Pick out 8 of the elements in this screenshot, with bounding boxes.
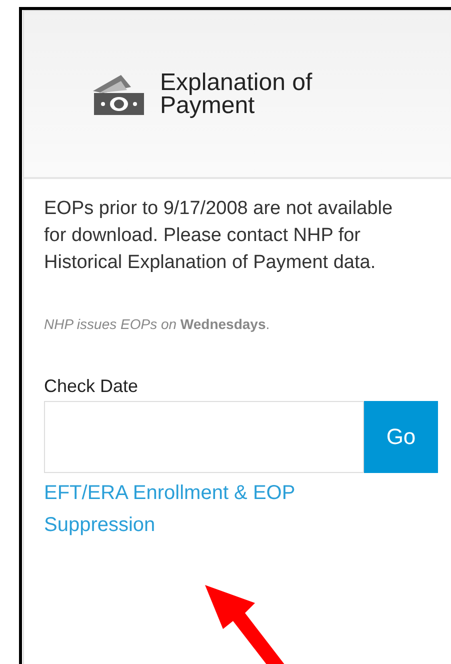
go-button[interactable]: Go <box>364 401 438 473</box>
schedule-note: NHP issues EOPs on Wednesdays. <box>44 316 271 332</box>
header-title: Explanation of Payment <box>160 71 314 117</box>
field-label: Check Date <box>44 376 140 397</box>
notice-text: EOPs prior to 9/17/2008 are not available for download. Please contact NHP for Historical Explanation of Payment data. <box>44 197 394 275</box>
check-date-field[interactable] <box>44 401 364 473</box>
enrollment-link[interactable]: EFT/ERA Enrollment & EOP Suppression <box>44 477 364 541</box>
money-icon <box>91 73 145 115</box>
